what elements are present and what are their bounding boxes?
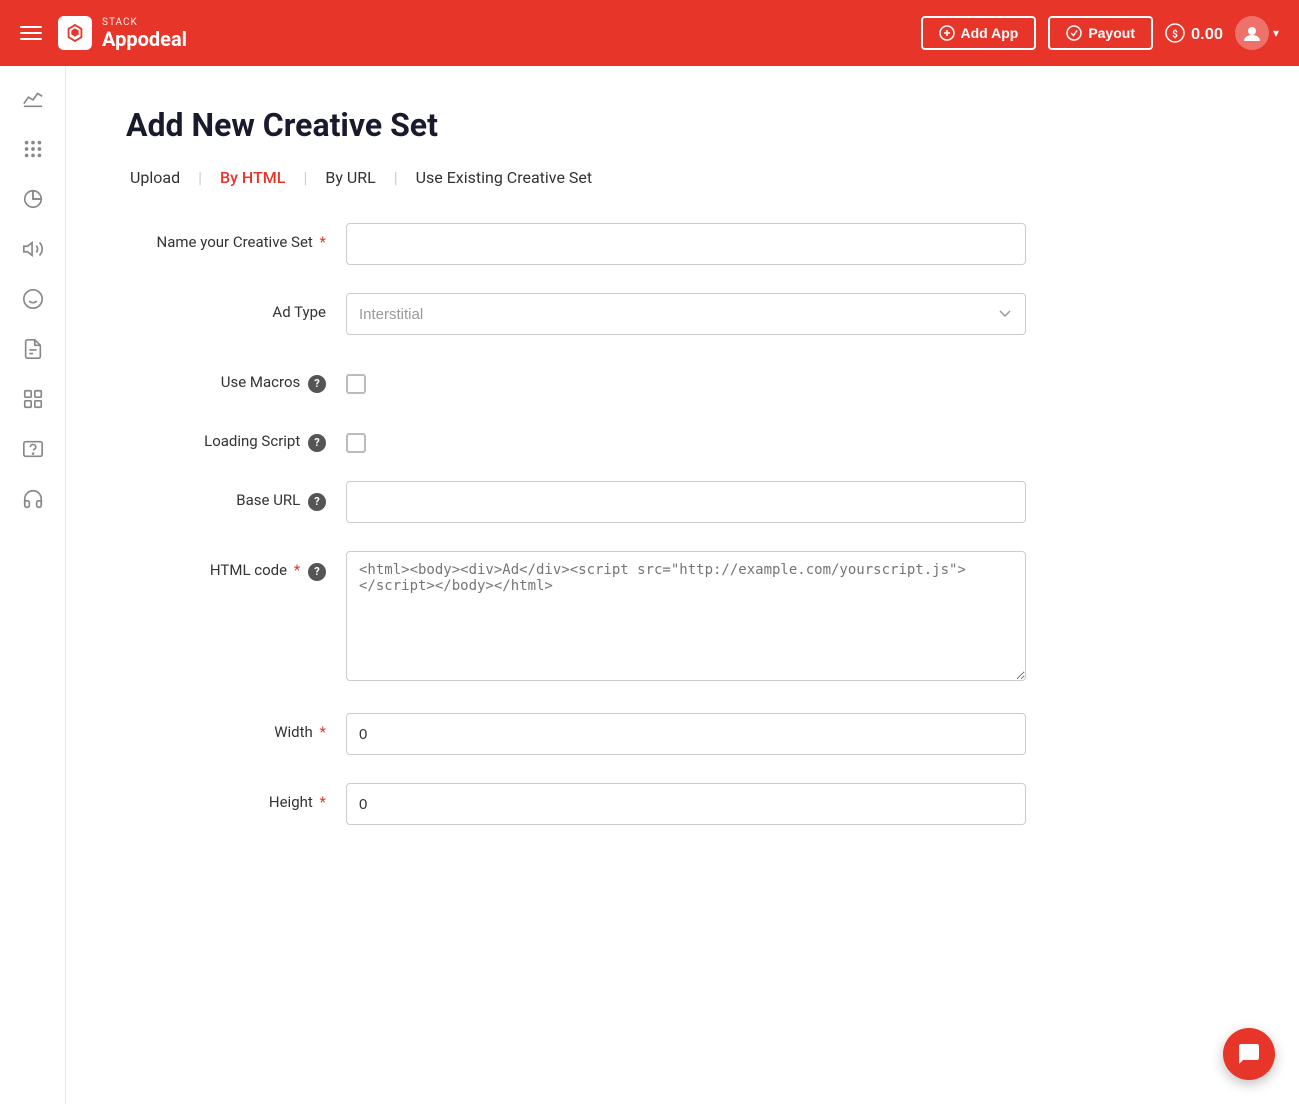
page-title: Add New Creative Set <box>126 106 1239 144</box>
menu-toggle[interactable] <box>20 26 42 40</box>
width-label: Width * <box>126 713 326 741</box>
ad-type-select[interactable]: Interstitial Banner Rewarded Video Nativ… <box>346 293 1026 335</box>
form-row-ad-type: Ad Type Interstitial Banner Rewarded Vid… <box>126 293 1026 335</box>
height-control <box>346 783 1026 825</box>
name-input[interactable] <box>346 223 1026 265</box>
creative-set-form: Name your Creative Set * Ad Type Interst… <box>126 223 1026 825</box>
payout-label: Payout <box>1088 25 1135 41</box>
chat-button[interactable] <box>1223 1028 1275 1080</box>
base-url-control <box>346 481 1026 523</box>
sidebar-item-documents[interactable] <box>10 326 56 372</box>
logo: Stack Appodeal <box>58 16 187 50</box>
user-avatar <box>1235 16 1269 50</box>
sidebar-item-creatives[interactable] <box>10 376 56 422</box>
logo-text: Stack Appodeal <box>102 17 187 50</box>
pie-chart-icon <box>22 188 44 210</box>
payments-icon <box>22 288 44 310</box>
logo-app-name: Appodeal <box>102 28 187 50</box>
avatar-icon <box>1242 23 1262 43</box>
creatives-icon <box>22 388 44 410</box>
tab-sep-2: | <box>303 168 307 187</box>
check-circle-icon <box>1066 25 1082 41</box>
faq-icon <box>22 438 44 460</box>
form-row-loading-script: Loading Script ? <box>126 422 1026 453</box>
balance-amount: 0.00 <box>1191 24 1223 43</box>
header-actions: Add App Payout $ 0.00 ▾ <box>921 16 1280 50</box>
chevron-down-icon: ▾ <box>1273 26 1279 40</box>
payout-button[interactable]: Payout <box>1048 16 1153 50</box>
form-row-height: Height * <box>126 783 1026 825</box>
width-control <box>346 713 1026 755</box>
apps-grid-icon <box>22 138 44 160</box>
height-input[interactable] <box>346 783 1026 825</box>
form-row-use-macros: Use Macros ? <box>126 363 1026 394</box>
ad-type-label: Ad Type <box>126 293 326 321</box>
html-code-required-star: * <box>290 561 300 579</box>
loading-script-help-icon[interactable]: ? <box>308 434 326 452</box>
layout: Add New Creative Set Upload | By HTML | … <box>0 66 1299 1104</box>
logo-stack-label: Stack <box>102 17 187 28</box>
tab-by-html[interactable]: By HTML <box>216 168 289 187</box>
html-code-help-icon[interactable]: ? <box>308 563 326 581</box>
tab-sep-3: | <box>394 168 398 187</box>
use-macros-control <box>346 363 1026 394</box>
width-required-star: * <box>316 723 326 741</box>
main-content: Add New Creative Set Upload | By HTML | … <box>66 66 1299 1104</box>
headset-icon <box>22 488 44 510</box>
svg-text:$: $ <box>1172 28 1178 41</box>
speaker-icon <box>22 238 44 260</box>
width-input[interactable] <box>346 713 1026 755</box>
name-required-star: * <box>316 233 326 251</box>
tab-sep-1: | <box>198 168 202 187</box>
logo-svg <box>64 22 86 44</box>
logo-icon <box>58 16 92 50</box>
user-menu[interactable]: ▾ <box>1235 16 1279 50</box>
form-row-html-code: HTML code * ? <box>126 551 1026 685</box>
tabs-nav: Upload | By HTML | By URL | Use Existing… <box>126 168 1239 187</box>
base-url-input[interactable] <box>346 481 1026 523</box>
chat-icon <box>1237 1042 1261 1066</box>
sidebar-item-monetization[interactable] <box>10 226 56 272</box>
document-icon <box>22 338 44 360</box>
header: Stack Appodeal Add App Payout $ 0.00 <box>0 0 1299 66</box>
add-app-button[interactable]: Add App <box>921 16 1037 50</box>
plus-circle-icon <box>939 25 955 41</box>
tab-upload[interactable]: Upload <box>126 168 184 187</box>
use-macros-label: Use Macros ? <box>126 363 326 393</box>
name-label: Name your Creative Set * <box>126 223 326 251</box>
html-code-label: HTML code * ? <box>126 551 326 581</box>
html-code-control <box>346 551 1026 685</box>
tab-use-existing[interactable]: Use Existing Creative Set <box>412 168 597 187</box>
add-app-label: Add App <box>961 25 1019 41</box>
loading-script-checkbox[interactable] <box>346 433 366 453</box>
sidebar-item-reports[interactable] <box>10 176 56 222</box>
form-row-name: Name your Creative Set * <box>126 223 1026 265</box>
dollar-icon: $ <box>1165 23 1185 43</box>
base-url-help-icon[interactable]: ? <box>308 493 326 511</box>
sidebar <box>0 66 66 1104</box>
chart-icon <box>22 88 44 110</box>
height-label: Height * <box>126 783 326 811</box>
form-row-base-url: Base URL ? <box>126 481 1026 523</box>
use-macros-checkbox[interactable] <box>346 374 366 394</box>
sidebar-item-faq[interactable] <box>10 426 56 472</box>
height-required-star: * <box>316 793 326 811</box>
name-control <box>346 223 1026 265</box>
sidebar-item-support[interactable] <box>10 476 56 522</box>
loading-script-label: Loading Script ? <box>126 422 326 452</box>
form-row-width: Width * <box>126 713 1026 755</box>
sidebar-item-apps[interactable] <box>10 126 56 172</box>
sidebar-item-analytics[interactable] <box>10 76 56 122</box>
base-url-label: Base URL ? <box>126 481 326 511</box>
ad-type-control: Interstitial Banner Rewarded Video Nativ… <box>346 293 1026 335</box>
balance-area: $ 0.00 <box>1165 23 1223 43</box>
sidebar-item-payments[interactable] <box>10 276 56 322</box>
use-macros-help-icon[interactable]: ? <box>308 375 326 393</box>
loading-script-control <box>346 422 1026 453</box>
html-code-textarea[interactable] <box>346 551 1026 681</box>
tab-by-url[interactable]: By URL <box>321 168 379 187</box>
